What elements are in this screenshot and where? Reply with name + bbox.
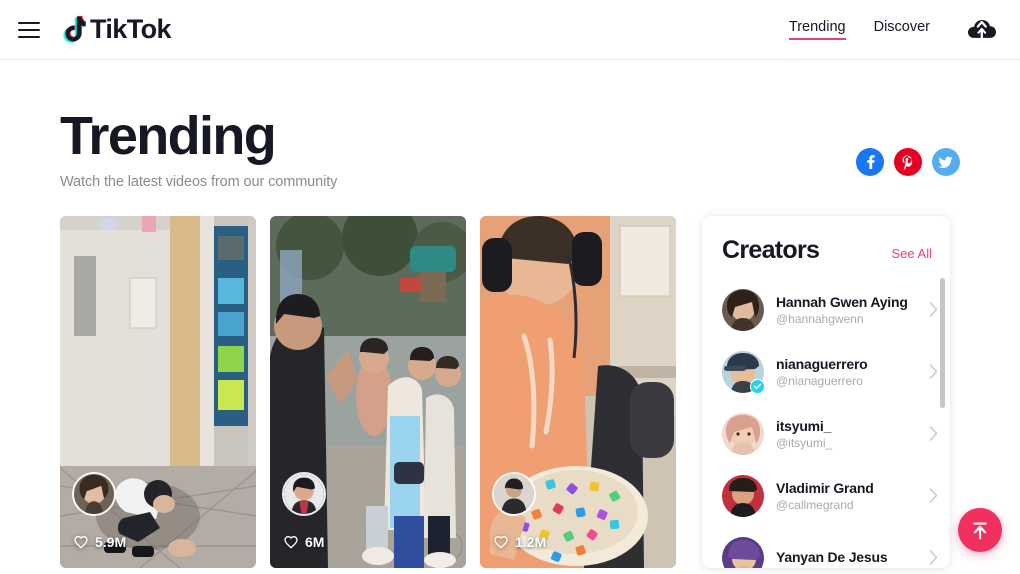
creator-name: nianaguerrero <box>776 355 868 372</box>
creator-name: Yanyan De Jesus <box>776 548 888 565</box>
chevron-right-icon <box>929 302 938 317</box>
avatar-wrap <box>722 350 765 394</box>
creator-handle: @itsyumi_ <box>776 435 833 450</box>
twitter-share-icon[interactable] <box>932 147 960 176</box>
video-card[interactable]: 6M <box>270 215 466 568</box>
site-header: TikTok Trending Discover <box>0 0 1020 60</box>
creator-info: Hannah Gwen Aying @hannahgwenn <box>776 294 917 326</box>
chevron-right-icon <box>929 426 938 441</box>
page-title: Trending <box>60 106 277 166</box>
upload-arrow-icon <box>973 522 987 540</box>
creator-name: Hannah Gwen Aying <box>776 293 908 310</box>
avatar <box>722 288 764 331</box>
chevron-right-icon <box>929 364 938 379</box>
like-count: 6M <box>283 534 324 550</box>
creator-name: itsyumi_ <box>776 417 832 434</box>
like-count-value: 6M <box>305 533 325 550</box>
avatar <box>722 474 764 517</box>
creator-handle: @callmegrand <box>776 497 854 512</box>
avatar-wrap <box>722 536 764 568</box>
like-count-value: 1.2M <box>515 533 547 550</box>
pinterest-share-icon[interactable] <box>894 147 922 176</box>
avatar-wrap <box>722 474 764 517</box>
creators-title: Creators <box>722 235 820 264</box>
avatar <box>722 536 764 568</box>
chevron-right-icon <box>929 488 938 503</box>
avatar[interactable] <box>282 471 326 516</box>
hamburger-line <box>18 35 40 38</box>
tiktok-logo[interactable]: TikTok <box>60 14 172 45</box>
tiktok-wordmark: TikTok <box>90 14 172 44</box>
social-share-group <box>856 147 960 176</box>
avatar-wrap <box>722 288 764 331</box>
tiktok-note-icon <box>63 15 86 43</box>
main-nav: Trending Discover <box>788 13 998 47</box>
avatar[interactable] <box>492 471 536 516</box>
creator-info: Vladimir Grand @callmegrand <box>776 480 917 512</box>
facebook-share-icon[interactable] <box>856 147 884 176</box>
hero-section: Trending Watch the latest videos from ou… <box>60 60 960 190</box>
creators-panel: Creators See All Hannah Gwen Aying @hann… <box>702 215 950 568</box>
heart-icon <box>284 535 298 549</box>
creator-info: Yanyan De Jesus <box>776 549 917 567</box>
creator-list-item[interactable]: Hannah Gwen Aying @hannahgwenn <box>722 279 942 341</box>
creator-info: nianaguerrero @nianaguerrero <box>776 356 917 388</box>
cloud-upload-icon[interactable] <box>964 13 998 47</box>
upload-video-button[interactable] <box>958 508 1002 552</box>
heart-icon <box>494 535 508 549</box>
content-area: 5.9M 6M 1.2M Creators See All Hannah Gwe… <box>60 215 960 568</box>
chevron-right-icon <box>929 550 938 565</box>
trending-video-grid: 5.9M 6M 1.2M <box>60 215 676 568</box>
heart-icon <box>74 535 88 549</box>
video-card[interactable]: 5.9M <box>60 215 256 568</box>
like-count: 1.2M <box>493 534 546 550</box>
see-all-link[interactable]: See All <box>892 246 932 261</box>
creator-list-item[interactable]: nianaguerrero @nianaguerrero <box>722 341 942 403</box>
creator-name: Vladimir Grand <box>776 479 874 496</box>
hamburger-menu-icon[interactable] <box>18 21 40 38</box>
creators-list-scrollbar[interactable] <box>940 277 945 408</box>
like-count-value: 5.9M <box>95 533 127 550</box>
like-count: 5.9M <box>73 534 126 550</box>
page-body: Trending Watch the latest videos from ou… <box>0 60 1020 568</box>
creator-list-item[interactable]: Yanyan De Jesus <box>722 527 942 568</box>
nav-link-discover[interactable]: Discover <box>874 19 930 40</box>
creators-panel-header: Creators See All <box>702 236 950 265</box>
creator-list-item[interactable]: itsyumi_ @itsyumi_ <box>722 403 942 465</box>
creator-handle: @hannahgwenn <box>776 311 864 326</box>
avatar <box>722 412 764 455</box>
creators-list: Hannah Gwen Aying @hannahgwenn nianaguer… <box>702 279 950 568</box>
verified-badge-icon <box>750 378 765 394</box>
creator-list-item[interactable]: Vladimir Grand @callmegrand <box>722 465 942 527</box>
creator-handle: @nianaguerrero <box>776 373 863 388</box>
avatar[interactable] <box>72 471 116 516</box>
page-subtitle: Watch the latest videos from our communi… <box>60 173 338 190</box>
hamburger-line <box>18 28 40 31</box>
creator-info: itsyumi_ @itsyumi_ <box>776 418 917 450</box>
avatar-wrap <box>722 412 764 455</box>
video-card[interactable]: 1.2M <box>480 215 676 568</box>
nav-link-trending[interactable]: Trending <box>788 19 846 40</box>
hamburger-line <box>18 21 40 24</box>
hero-text: Trending Watch the latest videos from ou… <box>60 108 337 190</box>
